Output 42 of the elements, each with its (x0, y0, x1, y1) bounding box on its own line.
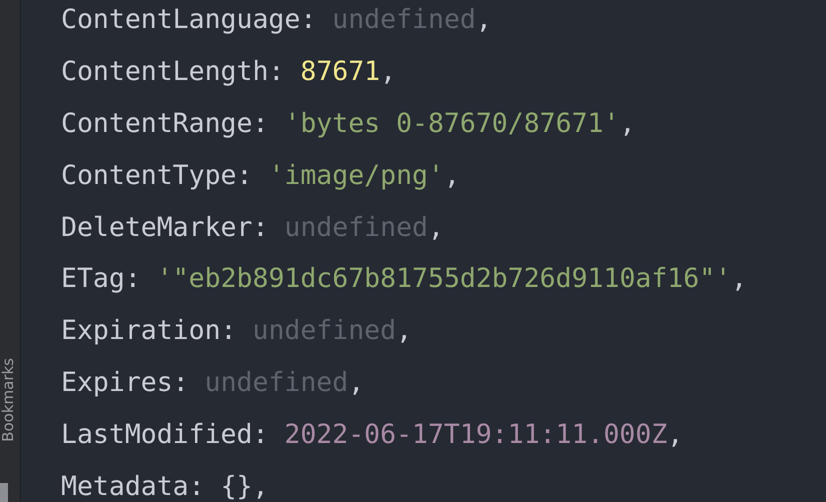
colon-punctuation: : (252, 419, 268, 450)
comma-punctuation: , (476, 4, 492, 35)
colon-punctuation: : (220, 315, 237, 346)
property-value: '"eb2b891dc67b81755d2b726d9110af16"' (156, 263, 732, 294)
comma-punctuation: , (252, 471, 268, 502)
comma-punctuation: , (731, 263, 748, 294)
property-key: LastModified (61, 419, 252, 450)
property-key: ContentLength (61, 56, 268, 87)
comma-punctuation: , (380, 56, 396, 87)
comma-punctuation: , (619, 108, 636, 139)
property-value: undefined (204, 367, 348, 398)
property-value: {} (220, 471, 252, 502)
property-key: ContentType (61, 160, 236, 191)
colon-punctuation: : (252, 108, 268, 139)
property-value: undefined (284, 212, 428, 243)
property-value: 87671 (300, 56, 380, 87)
property-key: DeleteMarker (61, 212, 252, 243)
property-key: Metadata (61, 471, 189, 502)
comma-punctuation: , (667, 419, 684, 450)
property-key: ETag (61, 263, 125, 294)
property-value: 'bytes 0-87670/87671' (284, 108, 620, 139)
comma-punctuation: , (444, 160, 460, 191)
colon-punctuation: : (300, 4, 316, 35)
colon-punctuation: : (188, 471, 205, 502)
comma-punctuation: , (396, 315, 412, 346)
property-key: ContentRange (61, 108, 252, 139)
colon-punctuation: : (252, 212, 268, 243)
colon-punctuation: : (172, 367, 189, 398)
colon-punctuation: : (268, 56, 284, 87)
property-key: ContentLanguage (61, 4, 300, 35)
property-key: Expires (61, 367, 173, 398)
property-value: 2022-06-17T19:11:11.000Z (284, 419, 668, 450)
bookmarks-tab[interactable]: Bookmarks (0, 358, 17, 442)
property-value: undefined (252, 315, 396, 346)
comma-punctuation: , (428, 212, 444, 243)
property-value: undefined (332, 4, 476, 35)
comma-punctuation: , (348, 367, 364, 398)
colon-punctuation: : (124, 263, 141, 294)
colon-punctuation: : (236, 160, 252, 191)
property-value: 'image/png' (268, 160, 444, 191)
property-key: Expiration (61, 315, 221, 346)
square-icon (0, 483, 8, 502)
